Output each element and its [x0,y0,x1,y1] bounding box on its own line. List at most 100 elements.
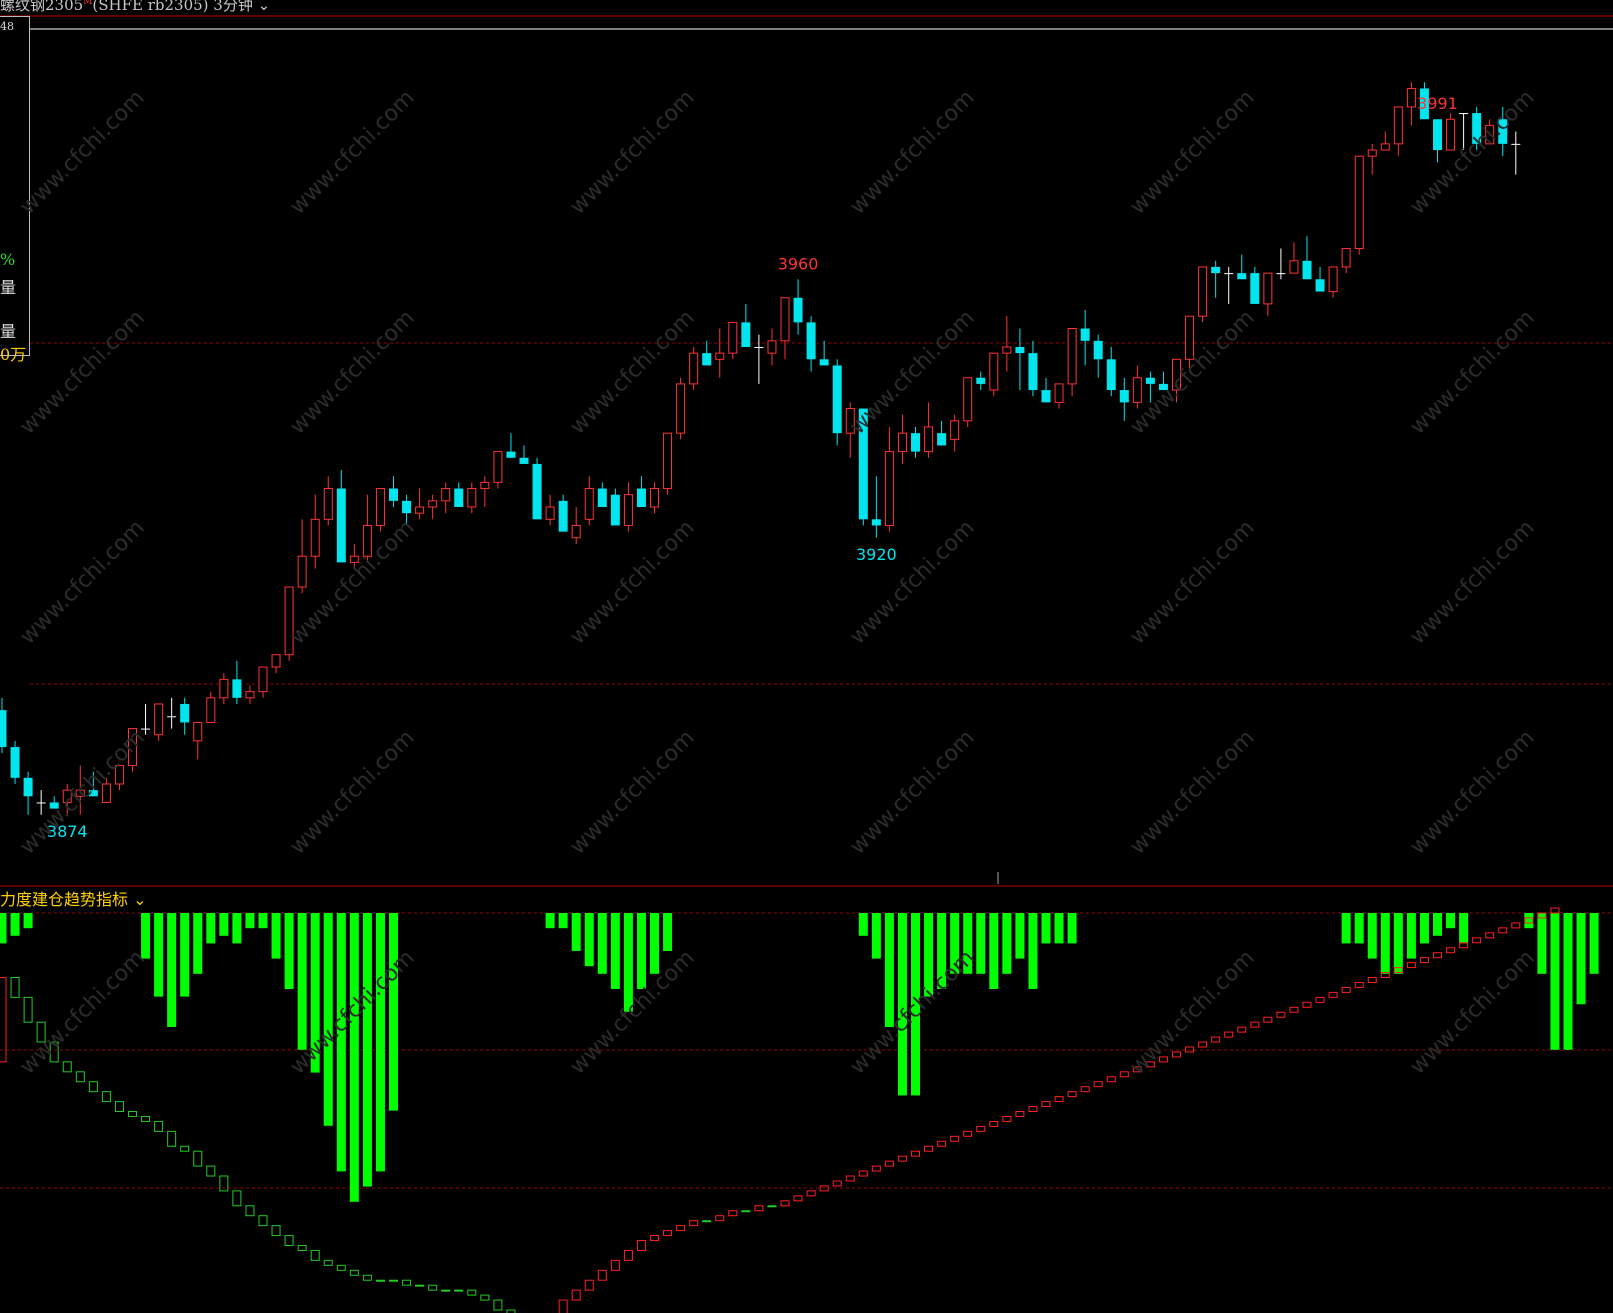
indicator-bar [1028,913,1038,989]
indicator-trend-box [584,1279,594,1291]
indicator-trend-box [206,1165,216,1177]
candle-body [36,802,46,804]
indicator-trend-box [258,1215,268,1227]
candle-body [193,721,203,742]
candle-body [728,321,738,354]
indicator-trend-box [1132,1066,1142,1073]
indicator-trend-box [989,1120,999,1127]
candle [650,482,659,514]
indicator-bar [1446,913,1456,929]
candle-body [715,352,725,360]
indicator-bar [1563,913,1573,1050]
indicator-bar [1459,913,1469,944]
indicator-bar [167,913,177,1027]
price-low-label: 3874 [47,822,88,841]
candle-body [1341,247,1351,268]
indicator-trend-box [1289,1006,1299,1013]
candle-body [389,488,398,501]
indicator-bar [1380,913,1390,974]
candle-body [206,697,216,723]
indicator-trend-box [454,1289,464,1292]
indicator-title[interactable]: 力度建仓趋势指标 ⌄ [0,886,147,910]
indicator-trend-box [741,1210,751,1213]
kline-chart[interactable]: 3991 3960 3920 3874 [0,0,1613,1313]
candle-body [597,488,607,508]
candle [1080,310,1090,366]
candle [532,457,542,520]
candle [1459,113,1469,151]
indicator-trend-box [88,1081,98,1093]
indicator-bar [232,913,242,944]
indicator-trend-box [1158,1056,1168,1063]
candle [950,414,960,452]
indicator-trend-box [271,1225,281,1237]
candle-body [1498,119,1508,144]
candle-body [232,679,242,698]
candle [924,402,934,458]
indicator-trend-box [1054,1096,1064,1103]
indicator-trend-box [1028,1106,1038,1112]
indicator-bar [193,913,203,974]
indicator-bar [897,913,907,1096]
indicator-trend-box [62,1061,72,1073]
candle [519,445,529,464]
candle [754,334,764,384]
indicator-bar [597,913,607,974]
candle-body [1028,353,1038,391]
indicator-trend-box [428,1284,438,1291]
candle [493,451,503,489]
info-vol-label-1: 量 [0,278,17,297]
candle [1276,248,1286,280]
indicator-trend-box [1459,942,1469,949]
indicator-trend-box [767,1205,777,1208]
candle-body [1158,383,1168,391]
candle-body [441,488,451,502]
candle [428,494,438,520]
candle-body [741,322,751,347]
candle [1367,143,1377,175]
candle-body [1446,118,1456,151]
candle-body [989,352,999,391]
candle [884,426,894,532]
indicator-bar [858,913,868,936]
chevron-down-icon[interactable]: ⌄ [258,0,271,14]
indicator-trend-box [1002,1115,1012,1122]
candle-body [1015,346,1025,354]
candle [571,507,581,544]
chart-title[interactable]: 螺纹钢2305M(SHFE rb2305) 3分钟 ⌄ [0,0,270,15]
indicator-bar [989,913,999,989]
candle-body [1145,377,1155,384]
indicator-bar [650,913,659,974]
candle [389,476,398,508]
candle [793,279,803,335]
indicator-trend-box [493,1299,503,1311]
indicator-trend-box [1015,1111,1025,1117]
candle-body [454,488,464,508]
indicator-trend-box [1237,1026,1247,1033]
indicator-trend-box [1406,962,1416,969]
candle-body [141,728,151,730]
candle [323,476,333,526]
instrument-name: 螺纹钢2305 [0,0,84,14]
indicator-trend-box [323,1259,333,1266]
indicator-trend-box [689,1220,699,1227]
indicator-trend-box [1093,1081,1103,1088]
candle [1498,106,1508,157]
indicator-bar [911,913,920,1096]
chevron-down-icon[interactable]: ⌄ [133,890,146,909]
candle-body [1433,119,1442,151]
candle-body [1406,87,1416,108]
indicator-trend-box [128,1111,137,1117]
indicator-trend-box [23,996,33,1023]
candle [1315,266,1325,292]
candle-body [558,500,568,532]
indicator-trend-box [832,1180,842,1187]
indicator-trend-box [1419,957,1429,964]
candle-body [767,340,777,354]
candle-body [1119,390,1129,403]
candle-body [415,506,425,514]
candle-body [545,506,555,520]
candle-body [480,481,490,490]
indicator-bar [558,913,568,929]
info-pct: % [0,250,16,269]
